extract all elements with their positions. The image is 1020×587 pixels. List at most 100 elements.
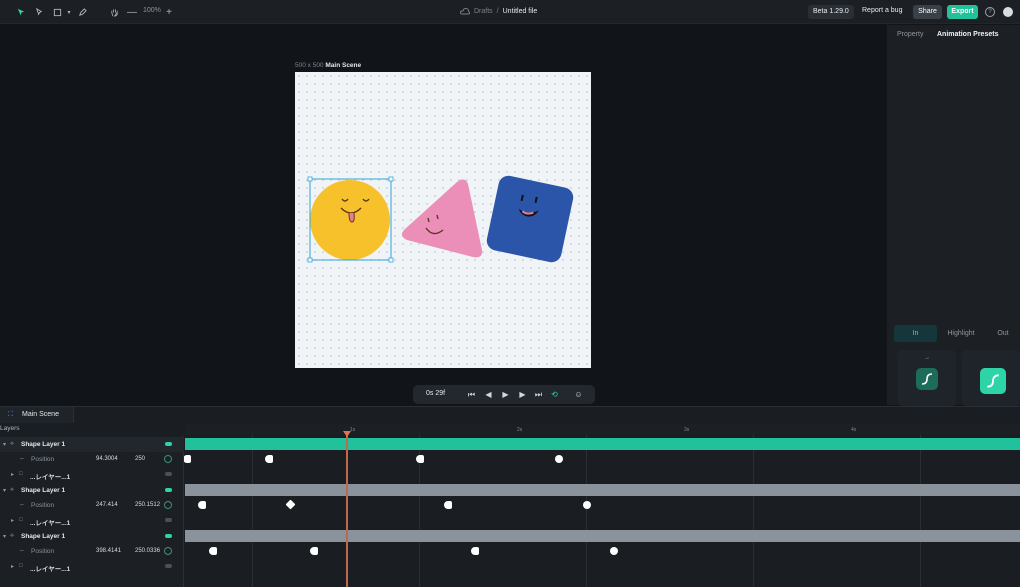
scene-icon: ⛶: [8, 411, 13, 418]
blue-square-character[interactable]: [485, 174, 575, 264]
visibility-toggle[interactable]: [165, 564, 172, 568]
scene-artboard[interactable]: [295, 72, 591, 368]
step-forward-icon[interactable]: ▶: [517, 389, 528, 400]
scene-size: 500 x 500: [295, 62, 324, 69]
preset-card-1[interactable]: →: [898, 350, 956, 406]
property-row[interactable]: ⇔ Position 247.414 250.1512: [0, 498, 184, 513]
visibility-toggle[interactable]: [165, 472, 172, 476]
sublayer-name[interactable]: ...レイヤー...1: [30, 471, 70, 481]
yellow-circle-character[interactable]: [310, 180, 390, 260]
keyframe[interactable]: [198, 501, 206, 509]
keyframe-toggle-icon[interactable]: [164, 501, 172, 509]
chevron-right-icon[interactable]: ▸: [11, 563, 14, 570]
ruler-tick: 4s: [851, 427, 857, 433]
keyframe[interactable]: [471, 547, 479, 555]
keyframe[interactable]: [209, 547, 217, 555]
keyframe[interactable]: [583, 501, 591, 509]
shape-layer-icon: ⟡: [10, 441, 14, 447]
preset-card-2[interactable]: [962, 350, 1020, 406]
position-x-value[interactable]: 247.414: [96, 502, 118, 508]
pen-icon[interactable]: [75, 5, 89, 19]
sublayer-row[interactable]: ▸ □ ...レイヤー...1: [0, 467, 184, 482]
position-y-value[interactable]: 250.0336: [135, 548, 160, 554]
sublayer-row[interactable]: ▸ □ ...レイヤー...1: [0, 559, 184, 574]
property-row[interactable]: ⇔ Position 398.4141 250.0336: [0, 544, 184, 559]
export-button[interactable]: Export: [947, 5, 978, 19]
skip-start-icon[interactable]: ⏮: [466, 389, 477, 400]
keyframe[interactable]: [444, 501, 452, 509]
keyframe[interactable]: [310, 547, 318, 555]
preset-segment-control: In Highlight Out: [894, 325, 1020, 342]
hand-icon[interactable]: [107, 5, 121, 19]
sublayer-row[interactable]: ▸ □ ...レイヤー...1: [0, 513, 184, 528]
keyframe[interactable]: [265, 455, 273, 463]
skip-end-icon[interactable]: ⏭: [533, 389, 544, 400]
keyframe-toggle-icon[interactable]: [164, 455, 172, 463]
keyframe[interactable]: [416, 455, 424, 463]
position-y-value[interactable]: 250.1512: [135, 502, 160, 508]
zoom-level[interactable]: 100%: [143, 7, 161, 14]
play-icon[interactable]: ▶: [500, 389, 511, 400]
chevron-right-icon[interactable]: ▸: [11, 517, 14, 524]
share-button[interactable]: Share: [913, 5, 942, 19]
zoom-in-icon[interactable]: +: [162, 5, 176, 19]
segment-in[interactable]: In: [894, 325, 937, 342]
layer-name[interactable]: Shape Layer 1: [21, 441, 65, 448]
timeline-ruler[interactable]: [185, 423, 1020, 435]
loop-icon[interactable]: ⟲: [549, 389, 560, 400]
keyframe[interactable]: [610, 547, 618, 555]
smile-icon[interactable]: ☺: [573, 389, 584, 400]
position-x-value[interactable]: 94.3004: [96, 456, 118, 462]
layer-row[interactable]: ▾ ⟡ Shape Layer 1: [0, 437, 184, 452]
ease-curve-icon: [980, 368, 1006, 394]
property-name: Position: [31, 502, 55, 509]
help-icon[interactable]: ?: [985, 7, 995, 17]
pink-triangle-character[interactable]: [401, 179, 483, 258]
visibility-toggle[interactable]: [165, 534, 172, 538]
track-bar-layer-3[interactable]: [185, 530, 1020, 542]
right-panel: [887, 25, 1020, 405]
visibility-toggle[interactable]: [165, 488, 172, 492]
layer-row[interactable]: ▾ ⟡ Shape Layer 1: [0, 529, 184, 544]
sublayer-name[interactable]: ...レイヤー...1: [30, 563, 70, 573]
version-badge: Beta 1.29.0: [808, 5, 854, 19]
breadcrumb-folder[interactable]: Drafts: [474, 8, 493, 15]
layer-name[interactable]: Shape Layer 1: [21, 533, 65, 540]
layer-row[interactable]: ▾ ⟡ Shape Layer 1: [0, 483, 184, 498]
segment-highlight[interactable]: Highlight: [944, 325, 978, 342]
track-bar-layer-1[interactable]: [185, 438, 1020, 450]
tab-animation-presets[interactable]: Animation Presets: [937, 31, 998, 38]
sublayer-name[interactable]: ...レイヤー...1: [30, 517, 70, 527]
current-time[interactable]: 0s 29f: [426, 390, 445, 397]
step-back-icon[interactable]: ◀: [483, 389, 494, 400]
top-toolbar: ▾ — 100% + Drafts / Untitled file Beta 1…: [0, 0, 1020, 24]
playhead-handle[interactable]: [343, 431, 351, 437]
keyframe[interactable]: [183, 455, 191, 463]
chevron-down-icon[interactable]: ▾: [3, 487, 6, 494]
select-arrow-icon[interactable]: [14, 5, 28, 19]
layer-name[interactable]: Shape Layer 1: [21, 487, 65, 494]
playhead[interactable]: [346, 432, 348, 587]
chevron-right-icon[interactable]: ▸: [11, 471, 14, 478]
keyframe-toggle-icon[interactable]: [164, 547, 172, 555]
node-edit-icon[interactable]: [32, 5, 46, 19]
grid-line: [753, 435, 754, 587]
keyframe[interactable]: [555, 455, 563, 463]
position-x-value[interactable]: 398.4141: [96, 548, 121, 554]
zoom-out-icon[interactable]: —: [125, 5, 139, 19]
position-y-value[interactable]: 250: [135, 456, 145, 462]
visibility-toggle[interactable]: [165, 518, 172, 522]
grid-line: [920, 435, 921, 587]
chevron-down-icon[interactable]: ▾: [3, 441, 6, 448]
chevron-down-icon[interactable]: ▾: [3, 533, 6, 540]
chevron-down-icon[interactable]: ▾: [62, 5, 76, 19]
report-bug-link[interactable]: Report a bug: [862, 7, 902, 14]
property-row[interactable]: ⇔ Position 94.3004 250: [0, 452, 184, 467]
visibility-toggle[interactable]: [165, 442, 172, 446]
tab-property[interactable]: Property: [897, 31, 923, 38]
scene-label: 500 x 500 Main Scene: [295, 62, 361, 69]
file-name[interactable]: Untitled file: [503, 8, 538, 15]
avatar[interactable]: [1003, 7, 1013, 17]
track-bar-layer-2[interactable]: [185, 484, 1020, 496]
segment-out[interactable]: Out: [992, 325, 1014, 342]
